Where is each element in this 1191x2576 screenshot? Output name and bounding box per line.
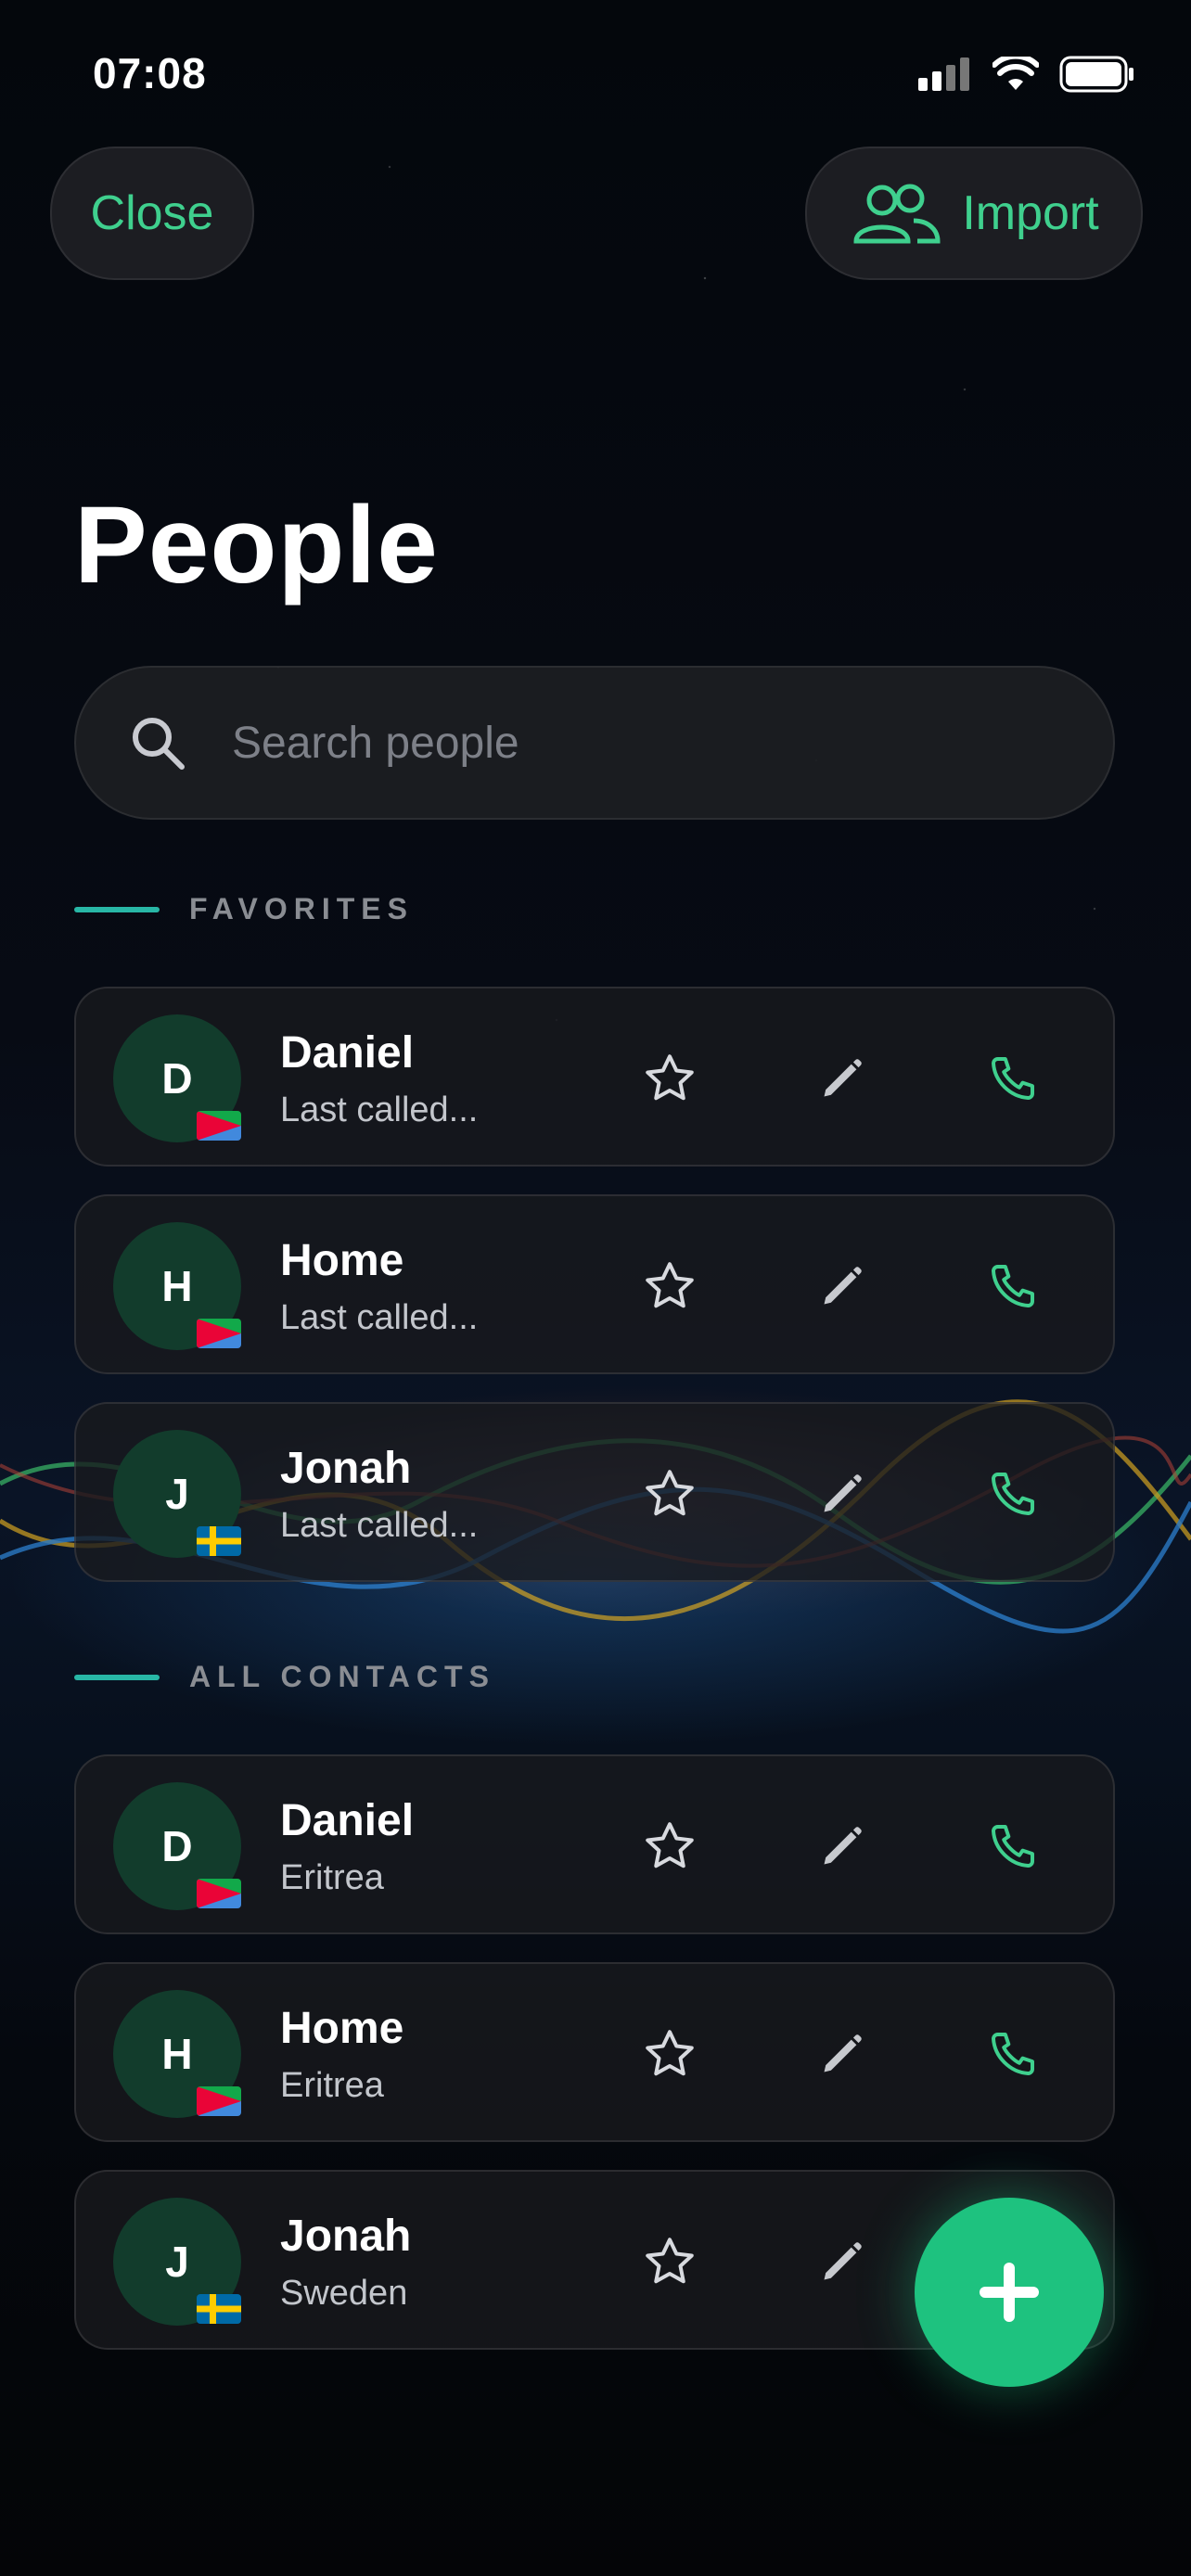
call-button[interactable] (985, 1051, 1041, 1106)
status-time: 07:08 (93, 49, 207, 97)
phone-icon (992, 2033, 1034, 2075)
favorites-label: FAVORITES (189, 892, 414, 925)
phone-icon (992, 1265, 1034, 1307)
pencil-icon (824, 2034, 862, 2072)
import-button[interactable]: Import (805, 147, 1143, 280)
star-icon (646, 1822, 694, 1868)
pencil-icon (824, 1827, 862, 1865)
contact-name: Home (280, 2004, 404, 2053)
star-icon (646, 1054, 694, 1101)
phone-icon (992, 1057, 1034, 1100)
favorite-contact-card[interactable]: D Daniel Last called... (74, 987, 1115, 1167)
plus-icon (980, 2263, 1039, 2322)
contact-name: Daniel (280, 1796, 415, 1845)
all-contacts-section-header: ALL CONTACTS (74, 1660, 495, 1694)
search-input[interactable]: Search people (232, 718, 519, 769)
star-icon (646, 1470, 694, 1516)
contact-name: Jonah (280, 2212, 412, 2261)
close-button-label: Close (90, 186, 214, 240)
contact-card[interactable]: H Home Eritrea (74, 1962, 1115, 2142)
people-icon (853, 184, 941, 244)
eritrea-flag-icon (197, 1111, 241, 1141)
contact-name: Home (280, 1236, 404, 1285)
contact-subtitle: Last called... (280, 1506, 479, 1545)
edit-contact-button[interactable] (814, 2026, 870, 2082)
sweden-flag-icon (197, 2294, 241, 2324)
close-button[interactable]: Close (50, 147, 254, 280)
star-icon (646, 2030, 694, 2076)
call-button[interactable] (985, 2026, 1041, 2082)
page-title: People (74, 484, 439, 606)
call-button[interactable] (985, 1258, 1041, 1314)
favorite-star-button[interactable] (642, 2026, 698, 2082)
contact-subtitle: Last called... (280, 1298, 479, 1337)
edit-contact-button[interactable] (814, 2234, 870, 2289)
phone-icon (992, 1473, 1034, 1515)
contact-name: Jonah (280, 1444, 412, 1493)
call-button[interactable] (985, 1818, 1041, 1874)
edit-contact-button[interactable] (814, 1051, 870, 1106)
edit-contact-button[interactable] (814, 1258, 870, 1314)
contact-country: Eritrea (280, 1858, 384, 1897)
eritrea-flag-icon (197, 1879, 241, 1908)
star-icon (646, 1262, 694, 1308)
favorite-star-button[interactable] (642, 1258, 698, 1314)
section-accent-bar (74, 1674, 160, 1680)
favorites-section-header: FAVORITES (74, 892, 414, 926)
favorite-star-button[interactable] (642, 1466, 698, 1522)
favorite-contact-card[interactable]: H Home Last called... (74, 1194, 1115, 1374)
favorite-contact-card[interactable]: J Jonah Last called... (74, 1402, 1115, 1582)
call-button[interactable] (985, 1466, 1041, 1522)
star-icon (646, 2238, 694, 2284)
status-icons (918, 56, 1135, 93)
section-accent-bar (74, 906, 160, 912)
eritrea-flag-icon (197, 2086, 241, 2116)
pencil-icon (824, 2242, 862, 2280)
phone-icon (992, 1825, 1034, 1868)
favorite-star-button[interactable] (642, 1818, 698, 1874)
contact-country: Sweden (280, 2274, 408, 2313)
favorite-star-button[interactable] (642, 2234, 698, 2289)
battery-icon (1059, 56, 1133, 93)
eritrea-flag-icon (197, 1319, 241, 1348)
edit-contact-button[interactable] (814, 1466, 870, 1522)
add-contact-button[interactable] (915, 2198, 1104, 2387)
favorite-star-button[interactable] (642, 1051, 698, 1106)
pencil-icon (824, 1059, 862, 1097)
search-icon (133, 718, 185, 770)
sweden-flag-icon (197, 1526, 241, 1556)
contact-subtitle: Last called... (280, 1090, 479, 1129)
contact-country: Eritrea (280, 2066, 384, 2105)
import-button-label: Import (962, 186, 1099, 240)
all-contacts-label: ALL CONTACTS (189, 1660, 495, 1693)
wifi-icon (992, 57, 1039, 90)
pencil-icon (824, 1267, 862, 1305)
signal-icon (918, 57, 969, 91)
contact-name: Daniel (280, 1028, 415, 1078)
pencil-icon (824, 1474, 862, 1512)
contact-card[interactable]: D Daniel Eritrea (74, 1754, 1115, 1934)
search-bar[interactable]: Search people (74, 666, 1115, 820)
edit-contact-button[interactable] (814, 1818, 870, 1874)
